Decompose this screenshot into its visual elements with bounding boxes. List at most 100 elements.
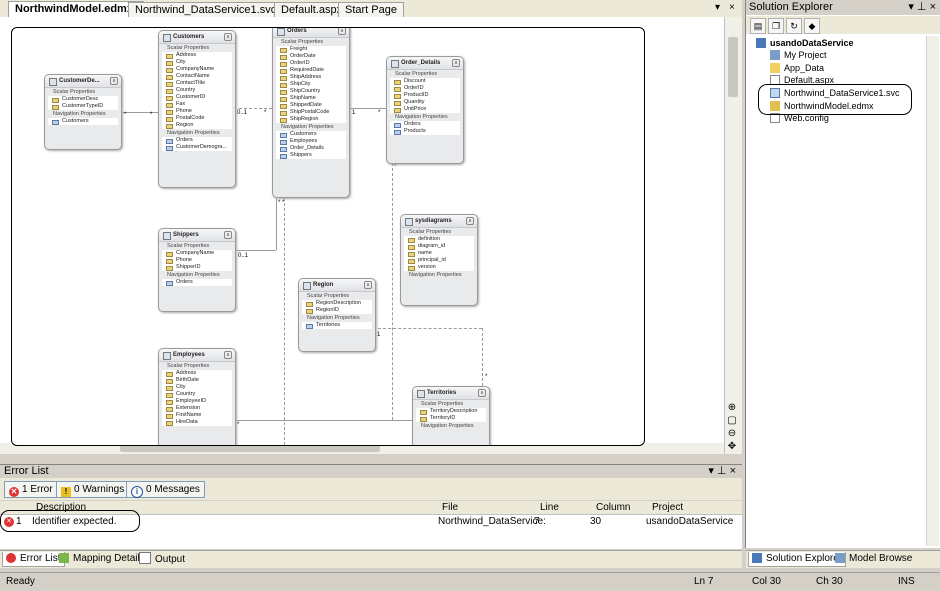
tree-item-my-project[interactable]: My Project [770,49,827,61]
scalar-property[interactable]: Address [162,52,232,59]
scalar-property[interactable]: ShipPostalCode [276,109,346,116]
scalar-property[interactable]: OrderDate [276,53,346,60]
scrollbar-thumb[interactable] [728,37,738,97]
scalar-property[interactable]: Phone [162,257,232,264]
collapse-icon[interactable]: ʌ [224,231,232,239]
errors-filter-button[interactable]: ✕ 1 Error [4,481,58,498]
entity-territories[interactable]: Territories ʌ Scalar Properties TerritoryDe… [412,386,490,445]
navigation-property[interactable]: Customers [48,118,118,125]
navigation-property[interactable]: Order_Details [276,145,346,152]
close-document-icon[interactable]: × [729,2,735,14]
scalar-property[interactable]: UnitPrice [390,106,460,113]
scalar-property[interactable]: Fax [162,101,232,108]
scalar-property[interactable]: Region [162,122,232,129]
entity-region[interactable]: Region ʌ Scalar Properties RegionDescriptio… [298,278,376,352]
entity-order-details[interactable]: Order_Details ʌ Scalar Properties Discount O… [386,56,464,164]
scalar-property[interactable]: CustomerDesc [48,96,118,103]
collapse-icon[interactable]: ʌ [478,389,486,397]
pan-icon[interactable]: ✥ [726,441,738,453]
navigation-property[interactable]: Employees [276,138,346,145]
column-header-project[interactable]: Project [652,501,683,514]
refresh-icon[interactable]: ↻ [786,18,802,34]
show-all-files-icon[interactable]: ❐ [768,18,784,34]
scalar-property[interactable]: ContactName [162,73,232,80]
properties-icon[interactable]: ▤ [750,18,766,34]
collapse-icon[interactable]: ʌ [110,77,118,85]
collapse-icon[interactable]: ʌ [364,281,372,289]
navigation-property[interactable]: Customers [276,131,346,138]
scalar-property[interactable]: TerritoryID [416,415,486,422]
scalar-property[interactable]: EmployeeID [162,398,232,405]
collapse-icon[interactable]: ʌ [466,217,474,225]
scalar-property[interactable]: Discount [390,78,460,85]
scalar-property[interactable]: Quantity [390,99,460,106]
scalar-property[interactable]: CompanyName [162,250,232,257]
scalar-property[interactable]: OrderID [390,85,460,92]
scalar-property[interactable]: Country [162,87,232,94]
collapse-icon[interactable]: ʌ [452,59,460,67]
scalar-property[interactable]: TerritoryDescription [416,408,486,415]
scalar-property[interactable]: CompanyName [162,66,232,73]
entity-customer-demographics[interactable]: CustomerDe... ʌ Scalar Properties CustomerD… [44,74,122,150]
collapse-icon[interactable]: ʌ [224,351,232,359]
column-header-column[interactable]: Column [596,501,630,514]
copy-website-icon[interactable]: ◆ [804,18,820,34]
tree-item-app-data[interactable]: App_Data [770,62,824,74]
navigation-property[interactable]: Products [390,128,460,135]
scrollbar-thumb[interactable] [120,445,380,452]
tab-dropdown-icon[interactable]: ▾ [715,2,720,14]
scalar-property[interactable]: ProductID [390,92,460,99]
entity-shippers[interactable]: Shippers ʌ Scalar Properties CompanyName Pho… [158,228,236,312]
scalar-property[interactable]: principal_id [404,257,474,264]
scalar-property[interactable]: Country [162,391,232,398]
navigation-property[interactable]: Orders [162,137,232,144]
scalar-property[interactable]: OrderID [276,60,346,67]
entity-customers[interactable]: Customers ʌ Scalar Properties Address City Co… [158,30,236,188]
scalar-property[interactable]: BirthDate [162,377,232,384]
entity-employees[interactable]: Employees ʌ Scalar Properties Address BirthD… [158,348,236,445]
tab-model-browser[interactable]: Model Browse [832,552,915,566]
diagram-canvas[interactable]: * * 0..1 * 1 * 0..1 1 * * * * * Customer… [11,27,645,446]
tab-mapping-details[interactable]: Mapping Details [56,552,148,566]
scalar-property[interactable]: ShipName [276,95,346,102]
solution-explorer-scrollbar[interactable] [926,36,939,546]
scalar-property[interactable]: PostalCode [162,115,232,122]
navigation-property[interactable]: Shippers [276,152,346,159]
scalar-property[interactable]: definition [404,236,474,243]
scalar-property[interactable]: Phone [162,108,232,115]
scalar-property[interactable]: ContactTitle [162,80,232,87]
tab-start-page[interactable]: Start Page [338,2,404,17]
pane-controls[interactable]: ▾ ⊥ × [708,465,736,478]
scalar-property[interactable]: HireData [162,419,232,426]
entity-orders[interactable]: Orders ʌ Scalar Properties Freight OrderDate… [272,28,350,198]
pane-controls[interactable]: ▾ ⊥ × [908,0,936,15]
navigation-property[interactable]: CustomerDemogra... [162,144,232,151]
navigation-property[interactable]: Orders [162,279,232,286]
scalar-property[interactable]: diagram_id [404,243,474,250]
scalar-property[interactable]: ShipCity [276,81,346,88]
zoom-in-icon[interactable]: ⊕ [726,402,738,414]
designer-vertical-scrollbar[interactable] [724,17,742,454]
scalar-property[interactable]: ShippedDate [276,102,346,109]
collapse-icon[interactable]: ʌ [224,33,232,41]
zoom-out-icon[interactable]: ⊖ [726,428,738,440]
tab-northwind-dataservice-svc-vb[interactable]: Northwind_DataService1.svc.vb [128,2,298,17]
collapse-icon[interactable]: ʌ [338,28,346,35]
scalar-property[interactable]: ShipRegion [276,116,346,123]
scalar-property[interactable]: RequiredDate [276,67,346,74]
scalar-property[interactable]: Address [162,370,232,377]
column-header-line[interactable]: Line [540,501,559,514]
tab-northwind-model-edmx[interactable]: NorthwindModel.edmx* [8,1,145,18]
scalar-property[interactable]: name [404,250,474,257]
column-header-file[interactable]: File [442,501,458,514]
scalar-property[interactable]: City [162,59,232,66]
scalar-property[interactable]: ShipAddress [276,74,346,81]
scalar-property[interactable]: RegionID [302,307,372,314]
tree-project-node[interactable]: usandoDataService [756,37,854,49]
scalar-property[interactable]: version [404,264,474,271]
navigation-property[interactable]: Territories [302,322,372,329]
scalar-property[interactable]: CustomerID [162,94,232,101]
scalar-property[interactable]: FirstName [162,412,232,419]
tab-output[interactable]: Output [136,552,188,566]
scalar-property[interactable]: Freight [276,46,346,53]
